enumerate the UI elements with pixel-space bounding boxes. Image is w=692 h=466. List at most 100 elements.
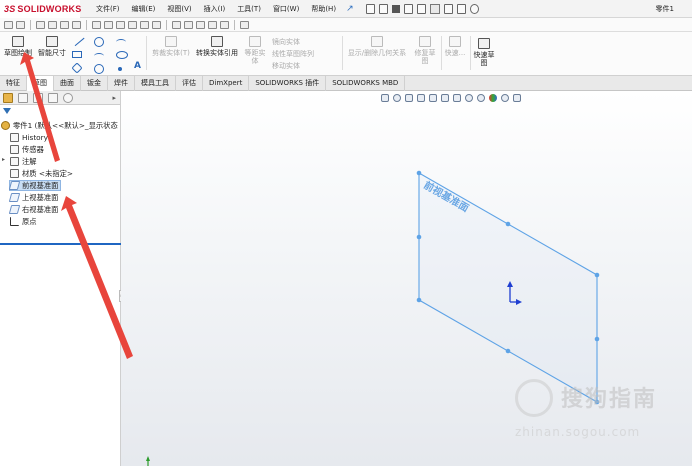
rebuild-icon[interactable] <box>443 3 453 14</box>
linear-pattern-button[interactable]: 线性草图阵列 <box>272 50 332 58</box>
text-tool-icon[interactable]: A <box>134 61 144 71</box>
rapid-sketch-button[interactable]: 快速草 图 <box>472 38 496 67</box>
toolbar-icon-7[interactable] <box>92 20 101 29</box>
new-document-icon[interactable] <box>365 3 375 14</box>
offset-label-1: 等距实 <box>244 49 266 57</box>
tree-item-label: 原点 <box>22 217 37 226</box>
configuration-manager-tab-icon[interactable] <box>33 92 43 103</box>
smart-dimension-label: 智能尺寸 <box>38 49 66 57</box>
display-manager-tab-icon[interactable] <box>63 92 73 103</box>
toolbar-icon-6[interactable] <box>72 20 81 29</box>
save-icon[interactable] <box>391 4 400 13</box>
filter-icon[interactable] <box>3 108 11 114</box>
toolbar-icon-10[interactable] <box>128 20 137 29</box>
tree-item-right-plane[interactable]: 右视基准面 <box>8 204 58 215</box>
menu-insert[interactable]: 插入(I) <box>198 0 232 18</box>
tree-item-history[interactable]: History <box>10 132 48 143</box>
menu-edit[interactable]: 编辑(E) <box>126 0 162 18</box>
pin-icon[interactable]: ↗ <box>346 4 354 14</box>
tab-solidworks-mbd[interactable]: SOLIDWORKS MBD <box>326 76 406 91</box>
toolbar-icon-15[interactable] <box>196 20 205 29</box>
graphics-area[interactable]: 前视基准面 搜狗指南 zhinan.sogou.com <box>121 91 692 466</box>
tab-weldments[interactable]: 焊件 <box>108 76 135 91</box>
menu-window[interactable]: 窗口(W) <box>267 0 305 18</box>
toolbar-icon-17[interactable] <box>220 20 229 29</box>
rollback-bar[interactable] <box>0 243 121 245</box>
convert-entities-button[interactable]: 转换实体引用 <box>192 36 242 57</box>
more-tabs-icon[interactable]: ▸ <box>112 94 116 102</box>
toolbar-icon-14[interactable] <box>184 20 193 29</box>
plane-handle <box>594 336 600 342</box>
toolbar-icon-1[interactable] <box>4 20 13 29</box>
arc-tool-icon[interactable] <box>94 53 104 59</box>
toolbar-icon-16[interactable] <box>208 20 217 29</box>
front-plane-outline[interactable] <box>418 172 598 403</box>
sketch-button[interactable]: 草图绘制 <box>2 36 34 57</box>
offset-entities-button[interactable]: 等距实 体 <box>242 36 268 65</box>
command-manager: 草图绘制 智能尺寸 A 剪裁实体(T) 转换实体引用 等距实 体 镜向实体 线性… <box>0 32 692 76</box>
toolbar-icon-3[interactable] <box>36 20 45 29</box>
feature-manager-tab-icon[interactable] <box>3 92 13 103</box>
tree-item-sensors[interactable]: 传感器 <box>10 144 44 155</box>
repair-label-1: 修复草 <box>414 49 436 57</box>
tab-solidworks-addins[interactable]: SOLIDWORKS 插件 <box>249 76 327 91</box>
toolbar-icon-12[interactable] <box>152 20 161 29</box>
toolbar-icon-18[interactable] <box>240 20 249 29</box>
tree-item-label: History <box>22 133 48 142</box>
menu-tools[interactable]: 工具(T) <box>231 0 267 18</box>
history-icon <box>10 133 19 142</box>
tab-features[interactable]: 特征 <box>0 76 27 91</box>
open-icon[interactable] <box>378 3 388 14</box>
point-tool-icon[interactable] <box>118 67 122 71</box>
expand-arrow-icon[interactable]: ▸ <box>2 156 5 163</box>
toolbar-icon-13[interactable] <box>172 20 181 29</box>
repair-sketch-button[interactable]: 修复草 图 <box>412 36 438 65</box>
sketch-icon <box>12 36 24 47</box>
polygon-tool-icon[interactable] <box>94 64 104 74</box>
dimxpert-manager-tab-icon[interactable] <box>48 92 58 103</box>
file-properties-icon[interactable] <box>456 3 466 14</box>
options-gear-icon[interactable] <box>469 3 479 14</box>
feature-manager-panel: ▸ 零件1 (默认<<默认>_显示状态 History 传感器 ▸ 注解 材质 … <box>0 91 121 466</box>
trim-entities-button[interactable]: 剪裁实体(T) <box>150 36 192 57</box>
select-icon[interactable] <box>429 3 440 14</box>
toolbar-icon-11[interactable] <box>140 20 149 29</box>
menu-help[interactable]: 帮助(H) <box>305 0 342 18</box>
undo-icon[interactable] <box>416 3 426 14</box>
tree-item-material[interactable]: 材质 <未指定> <box>10 168 73 179</box>
tree-item-top-plane[interactable]: 上视基准面 <box>8 192 58 203</box>
toolbar-icon-5[interactable] <box>60 20 69 29</box>
toolbar-icon-4[interactable] <box>48 20 57 29</box>
slot-tool-icon[interactable] <box>71 62 83 74</box>
tab-sketch[interactable]: 草图 <box>27 76 54 91</box>
tab-mold-tools[interactable]: 模具工具 <box>135 76 176 91</box>
tree-item-front-plane[interactable]: 前视基准面 <box>8 180 62 191</box>
tab-surfaces[interactable]: 曲面 <box>54 76 81 91</box>
display-relations-button[interactable]: 显示/删除几何关系 <box>344 36 410 57</box>
toolbar-icon-9[interactable] <box>116 20 125 29</box>
tree-root-part[interactable]: 零件1 (默认<<默认>_显示状态 <box>1 120 118 131</box>
tab-dimxpert[interactable]: DimXpert <box>203 76 250 91</box>
watermark-logo-icon <box>515 379 553 417</box>
tab-sheet-metal[interactable]: 钣金 <box>81 76 108 91</box>
tab-evaluate[interactable]: 评估 <box>176 76 203 91</box>
move-entities-button[interactable]: 移动实体 <box>272 62 322 70</box>
property-manager-tab-icon[interactable] <box>18 92 28 103</box>
rectangle-tool-icon[interactable] <box>72 51 82 58</box>
toolbar-icon-8[interactable] <box>104 20 113 29</box>
quick-snaps-button[interactable]: 快速... <box>442 36 468 57</box>
tree-item-origin[interactable]: 原点 <box>10 216 37 227</box>
tree-item-annotations[interactable]: 注解 <box>10 156 37 167</box>
line-tool-icon[interactable] <box>71 33 85 47</box>
spline-tool-icon[interactable] <box>116 39 126 45</box>
ribbon-separator <box>342 36 343 70</box>
circle-tool-icon[interactable] <box>94 37 104 47</box>
print-icon[interactable] <box>403 3 413 14</box>
ellipse-tool-icon[interactable] <box>116 51 128 59</box>
menu-view[interactable]: 视图(V) <box>161 0 197 18</box>
smart-dimension-button[interactable]: 智能尺寸 <box>36 36 68 57</box>
toolbar-icon-2[interactable] <box>16 20 25 29</box>
solidworks-logo[interactable]: 3S SOLIDWORKS <box>0 0 81 18</box>
menu-file[interactable]: 文件(F) <box>90 0 126 18</box>
mirror-entities-button[interactable]: 镜向实体 <box>272 38 322 46</box>
